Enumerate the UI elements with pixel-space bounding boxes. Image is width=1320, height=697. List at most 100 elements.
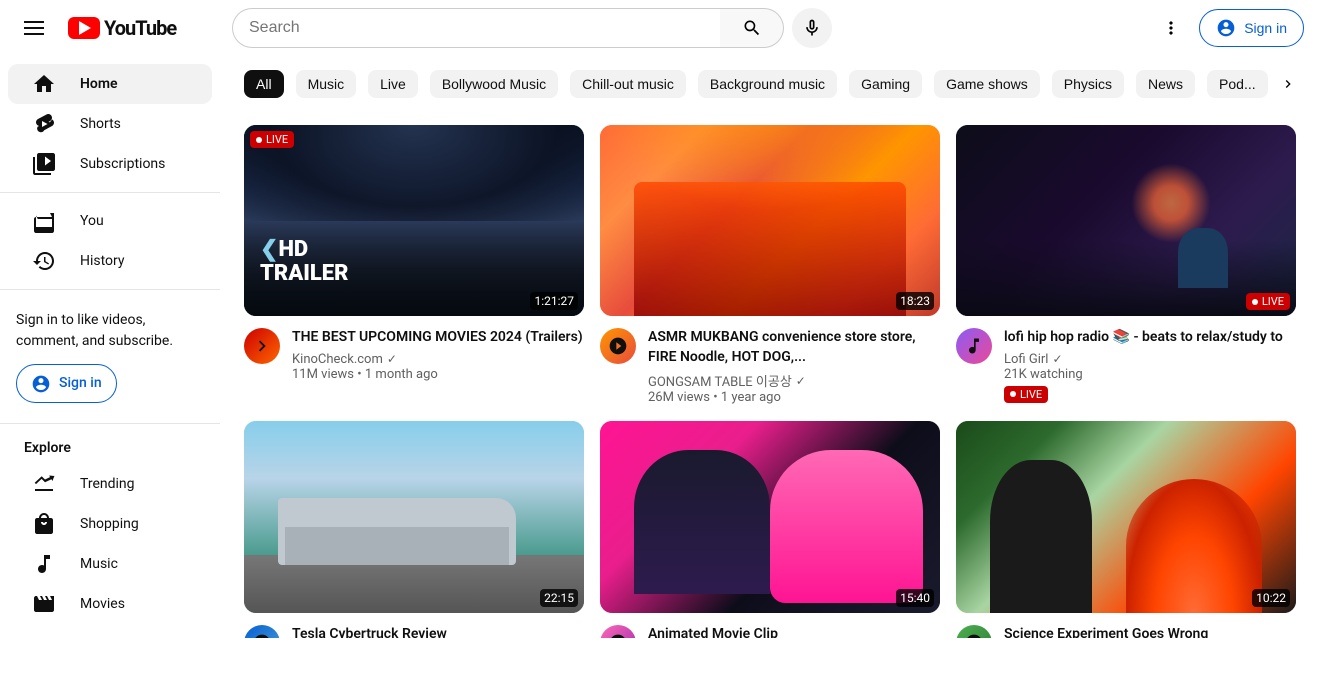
video-card-5[interactable]: 15:40 Animated Movie Clip AnimationHub — [600, 421, 940, 638]
header-right: Sign in — [1151, 8, 1304, 48]
video-thumbnail-5: 15:40 — [600, 421, 940, 612]
sidebar-item-shorts[interactable]: Shorts — [8, 104, 212, 144]
sidebar-item-you[interactable]: You — [8, 201, 212, 241]
voice-search-button[interactable] — [792, 8, 832, 48]
header-center — [232, 8, 832, 48]
video-duration-4: 22:15 — [540, 589, 578, 607]
you-icon — [32, 209, 56, 233]
category-physics[interactable]: Physics — [1052, 70, 1124, 98]
sidebar-item-home[interactable]: Home — [8, 64, 212, 104]
category-live[interactable]: Live — [368, 70, 418, 98]
more-options-button[interactable] — [1151, 8, 1191, 48]
sidebar-item-history[interactable]: History — [8, 241, 212, 281]
menu-button[interactable] — [16, 13, 52, 43]
category-bollywood[interactable]: Bollywood Music — [430, 70, 558, 98]
category-background-music[interactable]: Background music — [698, 70, 837, 98]
youtube-logo[interactable]: YouTube — [68, 16, 176, 40]
channel-avatar-4 — [244, 625, 280, 638]
category-all[interactable]: All — [244, 70, 284, 98]
history-svg — [32, 249, 56, 273]
sidebar-you-label: You — [80, 213, 104, 229]
video-card-3[interactable]: LIVE lofi hip hop radio 📚 - beats to rel… — [956, 125, 1296, 405]
category-pods[interactable]: Pod... — [1207, 70, 1268, 98]
channel-name-3: Lofi Girl — [1004, 352, 1048, 367]
live-status-dot-3 — [1010, 391, 1016, 397]
sign-in-prompt-text: Sign in to like videos, comment, and sub… — [16, 310, 204, 352]
live-badge-3: LIVE — [1246, 293, 1290, 310]
thumb-car-body-4 — [285, 527, 509, 565]
channel-avatar-1 — [244, 328, 280, 364]
history-icon — [32, 249, 56, 273]
movies-icon — [32, 592, 56, 616]
movies-svg — [32, 592, 56, 616]
video-info-6: Science Experiment Goes Wrong ScienceGuy… — [956, 613, 1296, 638]
video-duration-6: 10:22 — [1252, 589, 1290, 607]
avatar-icon-5 — [608, 633, 628, 638]
video-info-3: lofi hip hop radio 📚 - beats to relax/st… — [956, 316, 1296, 403]
views-text-1: 11M views — [292, 367, 354, 382]
channel-avatar-5 — [600, 625, 636, 638]
trending-svg — [32, 472, 56, 496]
music-svg — [32, 552, 56, 576]
videos-container: LIVE ❮HDTRAILER 1:21:27 — [220, 113, 1320, 638]
youtube-wordmark: YouTube — [104, 16, 176, 40]
category-news[interactable]: News — [1136, 70, 1195, 98]
chevron-right-icon — [1280, 76, 1296, 92]
live-dot-3 — [1252, 299, 1258, 305]
home-icon — [32, 72, 56, 96]
category-gaming[interactable]: Gaming — [849, 70, 922, 98]
main-content: All Music Live Bollywood Music Chill-out… — [220, 56, 1320, 638]
hamburger-icon — [24, 21, 44, 35]
sign-in-button[interactable]: Sign in — [1199, 9, 1304, 47]
sidebar-item-subscriptions[interactable]: Subscriptions — [8, 144, 212, 184]
time-text-2: 1 year ago — [721, 390, 781, 405]
video-card-6[interactable]: 10:22 Science Experiment Goes Wrong Scie… — [956, 421, 1296, 638]
category-gameshows[interactable]: Game shows — [934, 70, 1040, 98]
thumb-char-5 — [634, 450, 770, 593]
youtube-play-icon — [79, 21, 91, 35]
video-thumbnail-2: 18:23 — [600, 125, 940, 316]
thumb-fire-6 — [1126, 479, 1262, 613]
category-chillout[interactable]: Chill-out music — [570, 70, 686, 98]
video-duration-1: 1:21:27 — [530, 292, 578, 310]
video-card-4[interactable]: 22:15 Tesla Cybertruck Review AutoChanne… — [244, 421, 584, 638]
video-info-1: THE BEST UPCOMING MOVIES 2024 (Trailers)… — [244, 316, 584, 382]
sidebar-sign-in-button[interactable]: Sign in — [16, 364, 117, 403]
sidebar-divider-2 — [0, 289, 220, 290]
sidebar-item-movies[interactable]: Movies — [8, 584, 212, 624]
sidebar-item-shopping[interactable]: Shopping — [8, 504, 212, 544]
sidebar-music-label: Music — [80, 556, 118, 572]
home-svg — [32, 72, 56, 96]
sidebar-item-music[interactable]: Music — [8, 544, 212, 584]
video-channel-1: KinoCheck.com ✓ — [292, 352, 584, 367]
channel-avatar-2 — [600, 328, 636, 364]
dots-vertical-icon — [1161, 18, 1181, 38]
thumb-char-3 — [1178, 228, 1228, 288]
video-card-2[interactable]: 18:23 ASMR MUKBANG convenience store sto… — [600, 125, 940, 405]
sidebar-account-icon — [31, 374, 51, 394]
search-input[interactable] — [232, 8, 720, 48]
video-duration-5: 15:40 — [896, 589, 934, 607]
sidebar-subscriptions-label: Subscriptions — [80, 156, 165, 172]
thumb-text-container-1: ❮HDTRAILER — [260, 238, 348, 286]
video-thumbnail-6: 10:22 — [956, 421, 1296, 612]
video-title-6: Science Experiment Goes Wrong — [1004, 625, 1296, 638]
category-music[interactable]: Music — [296, 70, 357, 98]
thumb-text-1: ❮HDTRAILER — [260, 238, 348, 286]
video-views-2: 26M views • 1 year ago — [648, 390, 940, 405]
avatar-icon-6 — [964, 633, 984, 638]
categories-next-button[interactable] — [1280, 68, 1296, 100]
youtube-icon-red — [68, 17, 100, 39]
sidebar-item-trending[interactable]: Trending — [8, 464, 212, 504]
video-channel-3: Lofi Girl ✓ — [1004, 352, 1296, 367]
channel-name-2: GONGSAM TABLE 이공상 — [648, 371, 792, 390]
videos-grid: LIVE ❮HDTRAILER 1:21:27 — [244, 125, 1296, 638]
video-card-1[interactable]: LIVE ❮HDTRAILER 1:21:27 — [244, 125, 584, 405]
video-info-2: ASMR MUKBANG convenience store store, FI… — [600, 316, 940, 405]
thumb-glow-2 — [600, 125, 940, 211]
video-title-4: Tesla Cybertruck Review — [292, 625, 584, 638]
video-duration-2: 18:23 — [896, 292, 934, 310]
subscriptions-svg — [32, 152, 56, 176]
search-button[interactable] — [720, 8, 784, 48]
search-icon — [742, 18, 762, 38]
